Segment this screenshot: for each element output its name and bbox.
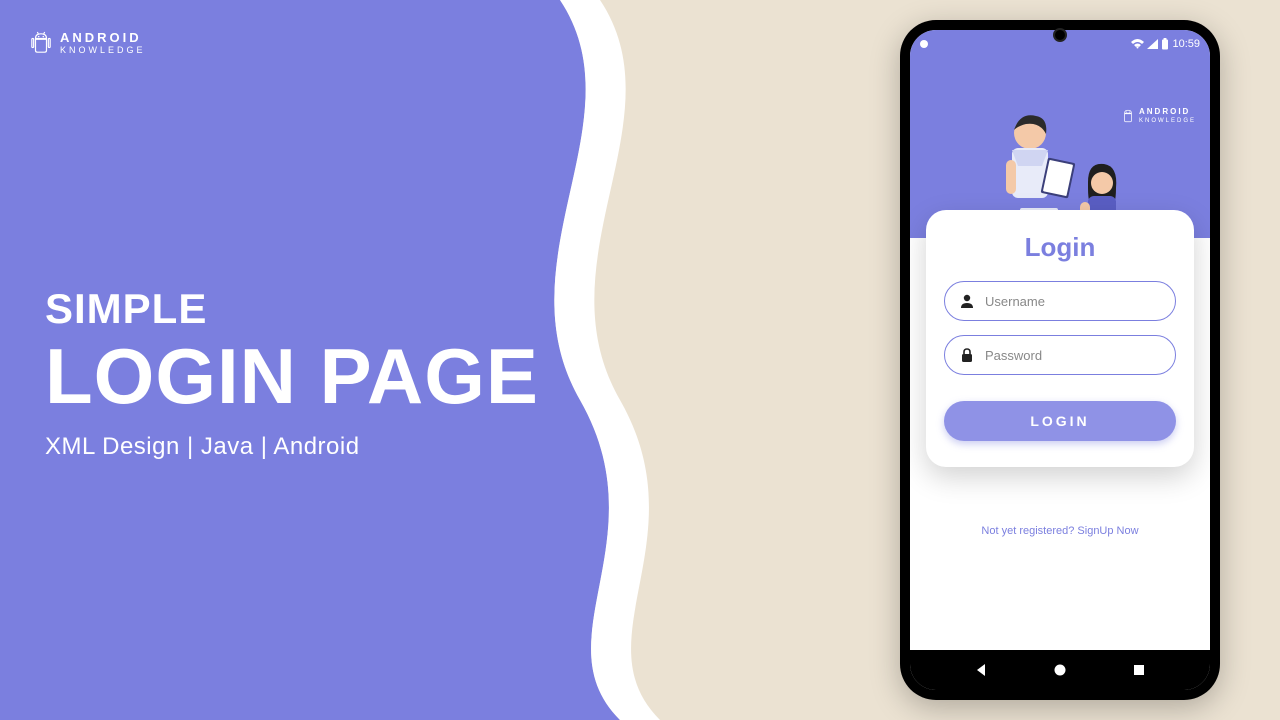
- username-field[interactable]: [944, 281, 1176, 321]
- nav-recent-icon[interactable]: [1131, 662, 1147, 678]
- battery-icon: [1161, 38, 1169, 50]
- login-button[interactable]: LOGIN: [944, 401, 1176, 441]
- status-time: 10:59: [1172, 38, 1200, 50]
- lock-icon: [959, 347, 975, 363]
- subheadline: XML Design | Java | Android: [45, 433, 539, 461]
- brand-line1: ANDROID: [60, 31, 146, 44]
- person-icon: [959, 293, 975, 309]
- phone-screen: 10:59 ANDROID KNOWLEDGE: [910, 30, 1210, 690]
- nav-home-icon[interactable]: [1052, 662, 1068, 678]
- password-input[interactable]: [985, 348, 1161, 363]
- headline-big: LOGIN PAGE: [45, 337, 539, 415]
- headline-small: SIMPLE: [45, 285, 539, 333]
- status-dot-icon: [920, 40, 928, 48]
- wifi-icon: [1131, 39, 1144, 49]
- password-field[interactable]: [944, 335, 1176, 375]
- headline-block: SIMPLE LOGIN PAGE XML Design | Java | An…: [45, 285, 539, 461]
- android-nav-bar: [910, 650, 1210, 690]
- login-card: Login LOGIN: [926, 210, 1194, 467]
- phone-camera: [1053, 28, 1067, 42]
- android-icon: [30, 30, 52, 56]
- signup-link[interactable]: Not yet registered? SignUp Now: [910, 525, 1210, 537]
- username-input[interactable]: [985, 294, 1161, 309]
- login-title: Login: [944, 232, 1176, 263]
- brand-line2: KNOWLEDGE: [60, 46, 146, 55]
- phone-frame: 10:59 ANDROID KNOWLEDGE: [900, 20, 1220, 700]
- nav-back-icon[interactable]: [973, 662, 989, 678]
- signal-icon: [1147, 39, 1158, 49]
- brand-logo: ANDROID KNOWLEDGE: [30, 30, 146, 56]
